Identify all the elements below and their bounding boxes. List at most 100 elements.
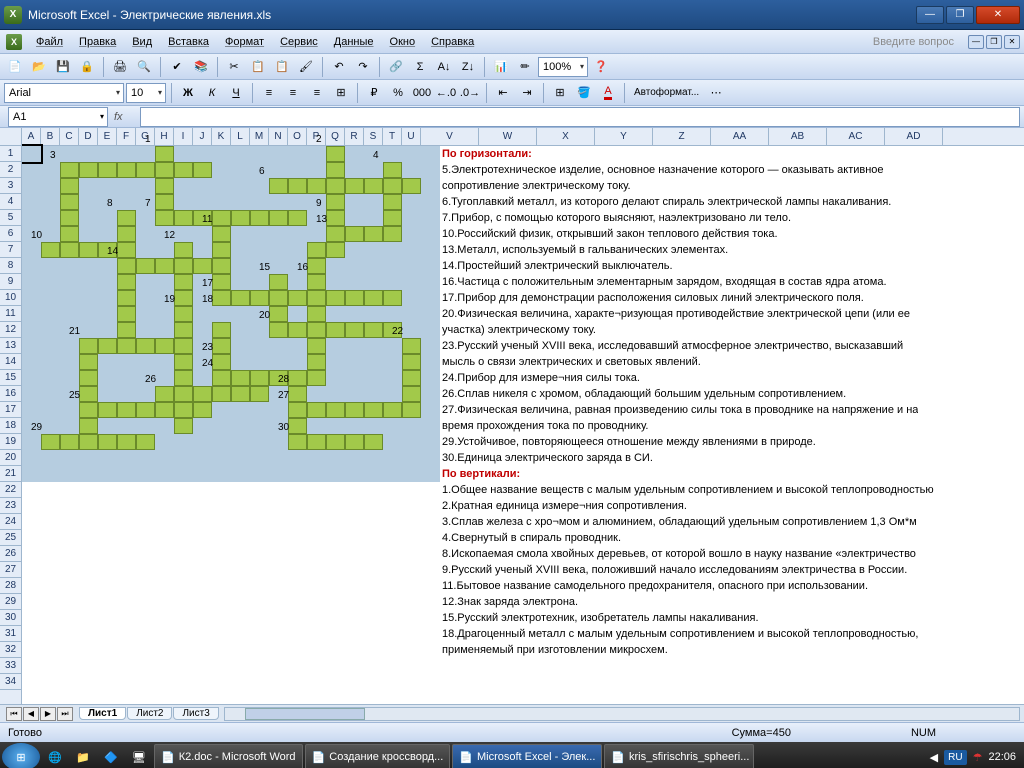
crossword-cell[interactable] (231, 386, 250, 402)
inc-decimal-icon[interactable]: ←.0 (435, 82, 457, 104)
sheet-tab-2[interactable]: Лист2 (127, 707, 172, 720)
crossword-cell[interactable] (345, 322, 364, 338)
crossword-cell[interactable] (79, 354, 98, 370)
crossword-cell[interactable] (288, 210, 307, 226)
save-icon[interactable]: 💾 (52, 56, 74, 78)
comma-icon[interactable]: 000 (411, 82, 433, 104)
crossword-cell[interactable] (383, 178, 402, 194)
crossword-cell[interactable] (79, 370, 98, 386)
crossword-cell[interactable] (117, 306, 136, 322)
crossword-cell[interactable] (326, 226, 345, 242)
crossword-cell[interactable] (117, 322, 136, 338)
ql-app-icon[interactable]: 🔷 (98, 744, 124, 768)
col-header[interactable]: W (479, 128, 537, 145)
crossword-cell[interactable] (364, 322, 383, 338)
inc-indent-icon[interactable]: ⇥ (516, 82, 538, 104)
tab-next[interactable]: ▶ (40, 707, 56, 721)
crossword-cell[interactable] (250, 386, 269, 402)
crossword-cell[interactable] (193, 386, 212, 402)
col-header[interactable]: AA (711, 128, 769, 145)
crossword-cell[interactable] (212, 386, 231, 402)
crossword-cell[interactable] (155, 178, 174, 194)
row-header[interactable]: 28 (0, 578, 21, 594)
taskbar-item[interactable]: 📄Microsoft Excel - Элек... (452, 744, 602, 768)
crossword-cell[interactable] (155, 194, 174, 210)
crossword-cell[interactable] (345, 402, 364, 418)
crossword-cell[interactable] (117, 434, 136, 450)
crossword-cell[interactable] (212, 290, 231, 306)
col-header[interactable]: H (155, 128, 174, 145)
crossword-cell[interactable] (326, 290, 345, 306)
spell-icon[interactable]: ✔ (166, 56, 188, 78)
formula-input[interactable] (140, 107, 1020, 127)
crossword-cell[interactable] (364, 402, 383, 418)
row-header[interactable]: 18 (0, 418, 21, 434)
crossword-cell[interactable] (231, 370, 250, 386)
row-header[interactable]: 25 (0, 530, 21, 546)
crossword-cell[interactable] (307, 354, 326, 370)
menu-help[interactable]: Справка (423, 33, 482, 51)
row-header[interactable]: 7 (0, 242, 21, 258)
taskbar-item[interactable]: 📄К2.doc - Microsoft Word (154, 744, 303, 768)
col-header[interactable]: A (22, 128, 41, 145)
menu-format[interactable]: Формат (217, 33, 272, 51)
crossword-cell[interactable] (79, 418, 98, 434)
crossword-cell[interactable] (98, 338, 117, 354)
col-header[interactable]: K (212, 128, 231, 145)
crossword-cell[interactable] (117, 162, 136, 178)
crossword-cell[interactable] (307, 258, 326, 274)
crossword-cell[interactable] (364, 226, 383, 242)
crossword-cell[interactable] (326, 434, 345, 450)
crossword-cell[interactable] (98, 434, 117, 450)
crossword-cell[interactable] (174, 306, 193, 322)
maximize-button[interactable]: ❐ (946, 6, 974, 24)
crossword-cell[interactable] (383, 194, 402, 210)
crossword-cell[interactable] (364, 178, 383, 194)
col-header[interactable]: Z (653, 128, 711, 145)
crossword-cell[interactable] (402, 402, 421, 418)
tray-antivirus-icon[interactable]: ☂ (973, 751, 983, 764)
crossword-cell[interactable] (402, 354, 421, 370)
crossword-cell[interactable] (345, 290, 364, 306)
crossword-cell[interactable] (60, 162, 79, 178)
start-button[interactable]: ⊞ (2, 743, 40, 768)
menu-view[interactable]: Вид (124, 33, 160, 51)
open-icon[interactable]: 📂 (28, 56, 50, 78)
col-header[interactable]: B (41, 128, 60, 145)
crossword-cell[interactable] (250, 370, 269, 386)
crossword-cell[interactable] (212, 210, 231, 226)
sort-asc-icon[interactable]: A↓ (433, 56, 455, 78)
crossword-cell[interactable] (79, 386, 98, 402)
col-header[interactable]: I (174, 128, 193, 145)
row-header[interactable]: 16 (0, 386, 21, 402)
crossword-cell[interactable] (326, 178, 345, 194)
crossword-cell[interactable] (136, 402, 155, 418)
dec-decimal-icon[interactable]: .0→ (459, 82, 481, 104)
currency-icon[interactable]: ₽ (363, 82, 385, 104)
crossword-cell[interactable] (307, 338, 326, 354)
crossword-cell[interactable] (307, 242, 326, 258)
ql-ie-icon[interactable]: 🌐 (42, 744, 68, 768)
col-header[interactable]: T (383, 128, 402, 145)
crossword-cell[interactable] (383, 162, 402, 178)
col-header[interactable]: L (231, 128, 250, 145)
crossword-cell[interactable] (155, 146, 174, 162)
crossword-cell[interactable] (326, 194, 345, 210)
borders-icon[interactable]: ⊞ (549, 82, 571, 104)
row-header[interactable]: 10 (0, 290, 21, 306)
crossword-cell[interactable] (307, 370, 326, 386)
copy-icon[interactable]: 📋 (247, 56, 269, 78)
new-icon[interactable]: 📄 (4, 56, 26, 78)
crossword-cell[interactable] (60, 242, 79, 258)
crossword-cell[interactable] (60, 226, 79, 242)
row-header[interactable]: 27 (0, 562, 21, 578)
undo-icon[interactable]: ↶ (328, 56, 350, 78)
crossword-cell[interactable] (288, 418, 307, 434)
fill-color-icon[interactable]: 🪣 (573, 82, 595, 104)
crossword-cell[interactable] (212, 322, 231, 338)
row-header[interactable]: 22 (0, 482, 21, 498)
crossword-cell[interactable] (60, 194, 79, 210)
crossword-cell[interactable] (250, 290, 269, 306)
crossword-cell[interactable] (79, 402, 98, 418)
crossword-cell[interactable] (326, 242, 345, 258)
